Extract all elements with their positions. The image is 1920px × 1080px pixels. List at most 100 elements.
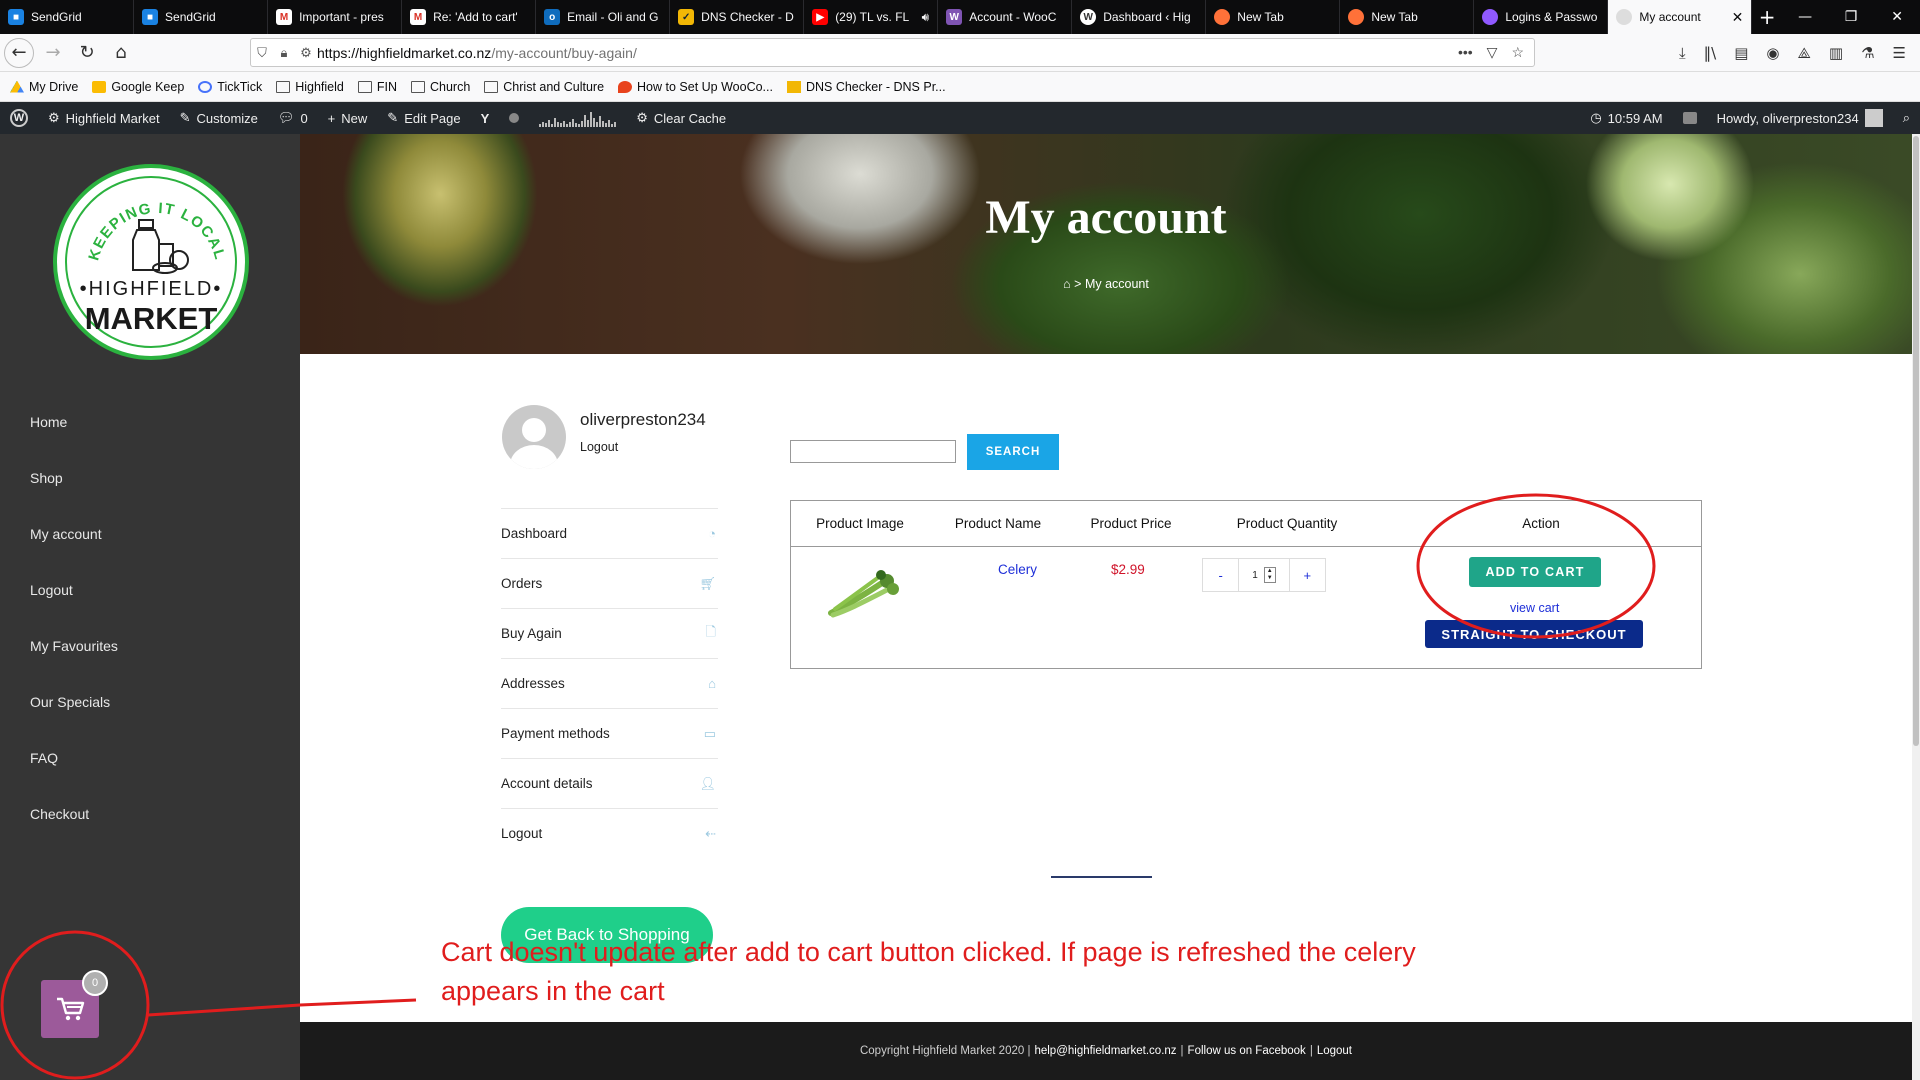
admin-site-name[interactable]: ⚙ Highfield Market (38, 102, 170, 134)
library-icon[interactable]: ‖\ (1704, 44, 1717, 62)
address-bar[interactable]: ⛉ 🔒︎ ⚙ https://highfieldmarket.co.nz/my-… (250, 38, 1535, 67)
new-tab-button[interactable]: + (1752, 0, 1782, 34)
close-tab-icon[interactable]: ✕ (1732, 9, 1744, 26)
footer-email-link[interactable]: help@highfieldmarket.co.nz (1034, 1045, 1176, 1057)
browser-tab[interactable]: ■ SendGrid (134, 0, 269, 34)
account-nav-account-details[interactable]: Account details 👤︎ (501, 758, 718, 808)
footer-facebook-link[interactable]: Follow us on Facebook (1188, 1045, 1306, 1057)
bookmark-star-icon[interactable]: ☆ (1511, 44, 1524, 61)
account-nav-dashboard[interactable]: Dashboard ◔ (501, 508, 718, 558)
sidebar-item-my-favourites[interactable]: My Favourites (30, 638, 118, 694)
bookmark-folder[interactable]: Highfield (276, 80, 344, 94)
straight-to-checkout-button[interactable]: STRAIGHT TO CHECKOUT (1425, 620, 1643, 648)
scrollbar-thumb[interactable] (1913, 136, 1919, 746)
quantity-plus-button[interactable]: + (1290, 568, 1325, 583)
yoast-icon[interactable]: Y (471, 102, 500, 134)
sidebar-item-home[interactable]: Home (30, 414, 118, 470)
admin-comments[interactable]: 💬︎ 0 (268, 102, 318, 134)
bookmark-item[interactable]: How to Set Up WooCo... (618, 80, 773, 94)
search-button[interactable]: SEARCH (967, 434, 1059, 470)
breadcrumb-home-icon[interactable]: ⌂ (1063, 277, 1071, 291)
bookmark-folder[interactable]: Christ and Culture (484, 80, 604, 94)
admin-howdy[interactable]: Howdy, oliverpreston234 (1707, 102, 1893, 134)
quantity-minus-button[interactable]: - (1203, 568, 1238, 583)
quantity-value[interactable]: 1 (1252, 570, 1258, 581)
bookmark-folder[interactable]: FIN (357, 80, 397, 94)
close-window-icon[interactable]: ✕ (1874, 0, 1920, 34)
page-hero: My account ⌂ > My account (300, 134, 1912, 354)
wordpress-logo-icon[interactable]: W (0, 102, 38, 134)
bookmark-item[interactable]: DNS Checker - DNS Pr... (786, 80, 946, 94)
product-name-link[interactable]: Celery (998, 562, 1037, 577)
bookmark-item[interactable]: Google Keep (92, 80, 184, 94)
dashboard-icon: ◔ (708, 526, 716, 541)
add-to-cart-button[interactable]: ADD TO CART (1469, 557, 1601, 587)
browser-tab[interactable]: Logins & Passwo (1474, 0, 1609, 34)
highfield-market-logo[interactable]: KEEPING IT LOCAL •HIGHFIELD• MARKET (53, 164, 249, 360)
sidebar-item-logout[interactable]: Logout (30, 582, 118, 638)
extension-icon[interactable]: ⚗ (1861, 44, 1874, 62)
browser-tab[interactable]: W Account - WooC (938, 0, 1073, 34)
pocket-icon[interactable]: ▽ (1487, 44, 1498, 61)
flame-icon (618, 80, 633, 93)
notification-icon[interactable] (1673, 102, 1707, 134)
cart-icon: 🛒︎ (699, 575, 716, 591)
product-image-celery[interactable] (827, 569, 899, 619)
speaker-icon[interactable]: 🔊︎ (922, 10, 930, 25)
browser-tab[interactable]: M Re: 'Add to cart' (402, 0, 537, 34)
column-header: Action (1522, 516, 1560, 531)
browser-tab[interactable]: M Important - pres (268, 0, 403, 34)
menu-icon[interactable]: ☰ (1893, 44, 1906, 62)
minimize-icon[interactable]: — (1782, 0, 1828, 34)
admin-clear-cache[interactable]: ⚙ Clear Cache (626, 102, 736, 134)
account-nav-payment-methods[interactable]: Payment methods ▭ (501, 708, 718, 758)
account-nav-addresses[interactable]: Addresses ⌂ (501, 658, 718, 708)
product-search-input[interactable] (790, 440, 956, 463)
browser-tab[interactable]: W Dashboard ‹ Hig (1072, 0, 1207, 34)
view-cart-link[interactable]: view cart (1510, 601, 1559, 615)
admin-customize[interactable]: ✎ Customize (170, 102, 268, 134)
page-scrollbar[interactable] (1912, 134, 1920, 1080)
back-arrow-icon[interactable]: ← (4, 37, 34, 68)
extension-icon[interactable]: ▥ (1829, 44, 1843, 62)
quantity-spinner-icon[interactable]: ▲ ▼ (1263, 567, 1276, 583)
sidebar-item-my-account[interactable]: My account (30, 526, 118, 582)
admin-new[interactable]: + New (318, 102, 378, 134)
browser-tab-active[interactable]: My account ✕ (1608, 0, 1753, 34)
downloads-icon[interactable]: ⤓ (1679, 44, 1686, 62)
reload-icon[interactable]: ↻ (72, 38, 102, 68)
footer-logout-link[interactable]: Logout (1317, 1045, 1352, 1057)
sidebar-icon[interactable]: ▤ (1734, 44, 1748, 62)
permissions-icon[interactable]: ⚙ (295, 45, 317, 61)
extension-icon[interactable]: ⟁ (1798, 44, 1811, 62)
site-footer: Copyright Highfield Market 2020 | help@h… (300, 1022, 1912, 1080)
shield-icon[interactable]: ⛉ (251, 45, 273, 61)
bookmark-folder[interactable]: Church (410, 80, 470, 94)
account-nav-orders[interactable]: Orders 🛒︎ (501, 558, 718, 608)
browser-tab[interactable]: ✓ DNS Checker - D (670, 0, 805, 34)
restore-icon[interactable]: ❐ (1828, 0, 1874, 34)
browser-tab[interactable]: o Email - Oli and G (536, 0, 671, 34)
account-nav-buy-again[interactable]: Buy Again 🗋︎ (501, 608, 718, 658)
browser-tab[interactable]: ■ SendGrid (0, 0, 135, 34)
browser-tab[interactable]: ▶ (29) TL vs. FL 🔊︎ (804, 0, 939, 34)
home-icon[interactable]: ⌂ (106, 38, 136, 68)
profile-logout-link[interactable]: Logout (580, 440, 618, 454)
sidebar-item-our-specials[interactable]: Our Specials (30, 694, 118, 750)
forward-arrow-icon[interactable]: → (38, 38, 68, 68)
browser-tab[interactable]: New Tab (1340, 0, 1475, 34)
bookmark-item[interactable]: My Drive (10, 80, 78, 94)
sidebar-item-checkout[interactable]: Checkout (30, 806, 118, 862)
stats-sparkline[interactable] (529, 102, 626, 134)
search-icon[interactable]: ⌕ (1893, 102, 1920, 134)
admin-edit-page[interactable]: ✎ Edit Page (377, 102, 470, 134)
gmail-icon: M (276, 9, 293, 25)
lock-icon[interactable]: 🔒︎ (273, 45, 295, 61)
sidebar-item-shop[interactable]: Shop (30, 470, 118, 526)
account-icon[interactable]: ◉ (1766, 44, 1779, 62)
browser-tab[interactable]: New Tab (1206, 0, 1341, 34)
sidebar-item-faq[interactable]: FAQ (30, 750, 118, 806)
account-nav-logout[interactable]: Logout ⇠ (501, 808, 718, 858)
bookmark-item[interactable]: TickTick (198, 80, 262, 94)
more-actions-icon[interactable]: ••• (1458, 44, 1473, 61)
